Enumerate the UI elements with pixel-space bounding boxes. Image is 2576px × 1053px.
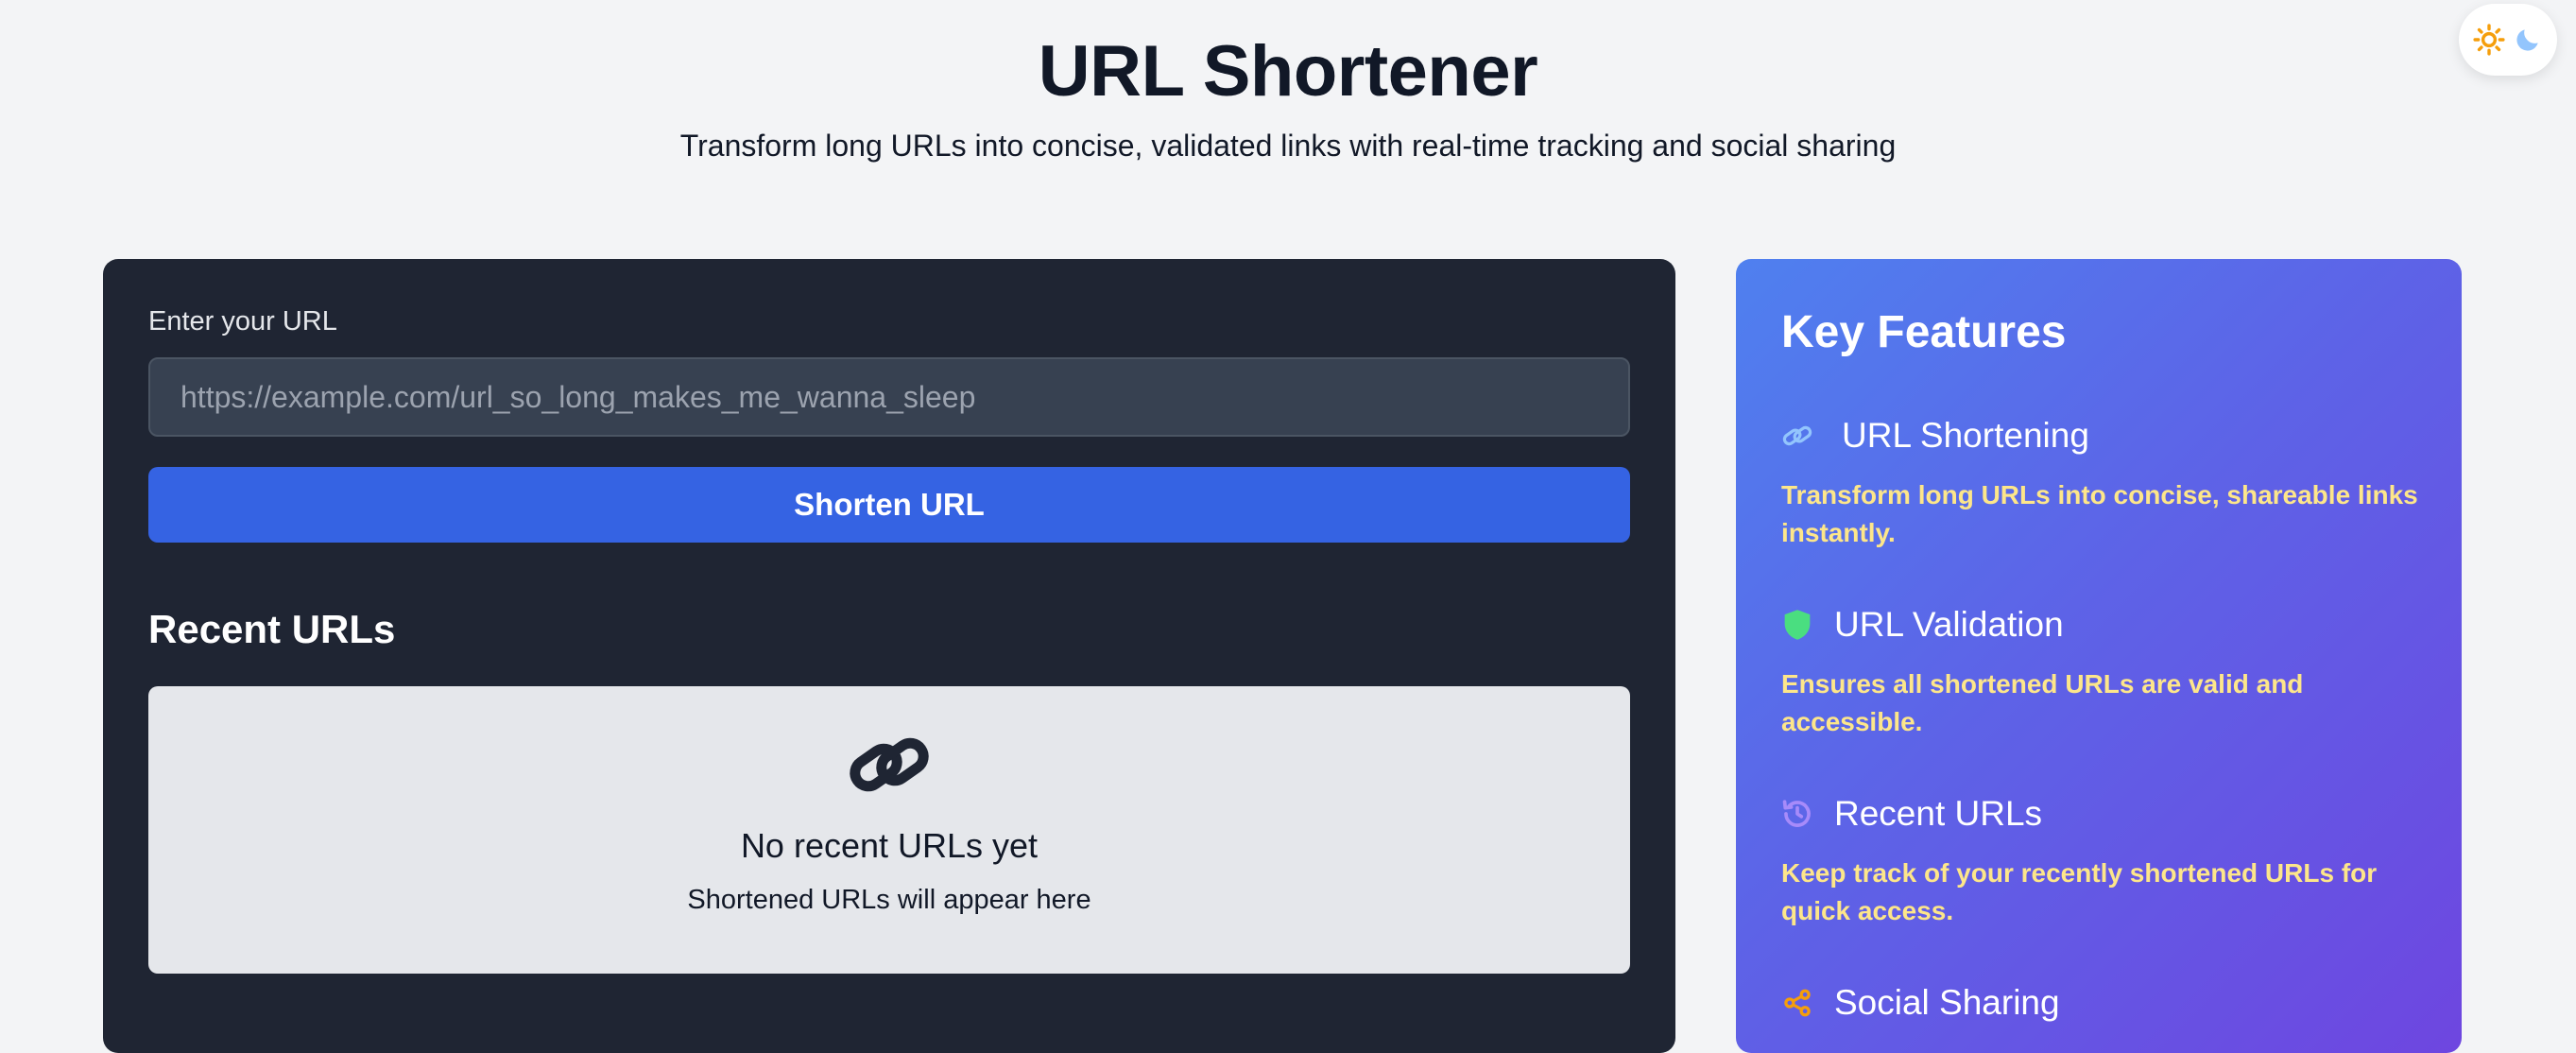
share-icon <box>1781 987 1813 1019</box>
feature-name: Social Sharing <box>1834 983 2060 1022</box>
feature-description: Keep track of your recently shortened UR… <box>1781 858 2378 925</box>
feature-description: Ensures all shortened URLs are valid and… <box>1781 669 2304 736</box>
feature-url-validation: URL Validation Ensures all shortened URL… <box>1781 601 2443 741</box>
feature-name: URL Validation <box>1834 605 2064 644</box>
moon-icon <box>2513 25 2543 55</box>
empty-state-title: No recent URLs yet <box>740 826 1039 865</box>
link-icon <box>1781 420 1813 452</box>
url-input-label: Enter your URL <box>148 306 337 337</box>
shortener-card: Enter your URL Shorten URL Recent URLs N… <box>103 259 1675 1053</box>
feature-social-sharing: Social Sharing <box>1781 979 2443 1027</box>
sun-icon <box>2473 24 2505 56</box>
feature-name: Recent URLs <box>1834 794 2043 833</box>
theme-toggle-button[interactable] <box>2459 4 2557 76</box>
empty-state-subtitle: Shortened URLs will appear here <box>687 885 1091 915</box>
shorten-url-button[interactable]: Shorten URL <box>148 467 1630 543</box>
recent-urls-heading: Recent URLs <box>148 607 396 651</box>
feature-url-shortening: URL Shortening Transform long URLs into … <box>1781 412 2443 552</box>
shield-icon <box>1781 609 1813 641</box>
page-subtitle: Transform long URLs into concise, valida… <box>679 129 1897 163</box>
feature-recent-urls: Recent URLs Keep track of your recently … <box>1781 790 2443 930</box>
features-title: Key Features <box>1781 307 2067 357</box>
link-icon <box>848 730 931 804</box>
history-icon <box>1781 798 1813 830</box>
recent-urls-empty-state: No recent URLs yet Shortened URLs will a… <box>148 686 1630 974</box>
feature-name: URL Shortening <box>1842 416 2089 455</box>
url-input[interactable] <box>148 357 1630 437</box>
key-features-card: Key Features URL Shortening Transform lo… <box>1736 259 2462 1053</box>
page-title: URL Shortener <box>1038 31 1538 112</box>
feature-description: Transform long URLs into concise, sharea… <box>1781 480 2418 547</box>
